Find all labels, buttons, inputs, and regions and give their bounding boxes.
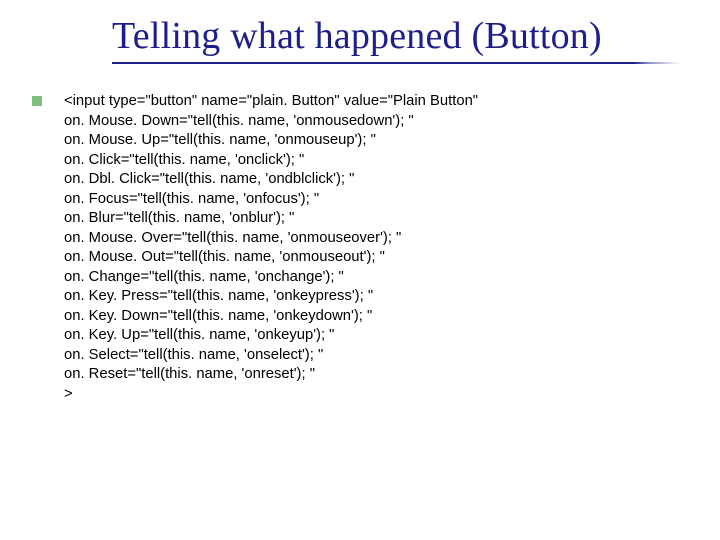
slide: Telling what happened (Button) <input ty…	[0, 0, 720, 540]
title-wrap: Telling what happened (Button)	[112, 14, 602, 58]
slide-body: <input type="button" name="plain. Button…	[32, 92, 690, 404]
code-block: <input type="button" name="plain. Button…	[64, 92, 478, 404]
bullet-icon	[32, 96, 42, 106]
slide-title: Telling what happened (Button)	[112, 14, 602, 58]
title-underline	[112, 62, 601, 64]
